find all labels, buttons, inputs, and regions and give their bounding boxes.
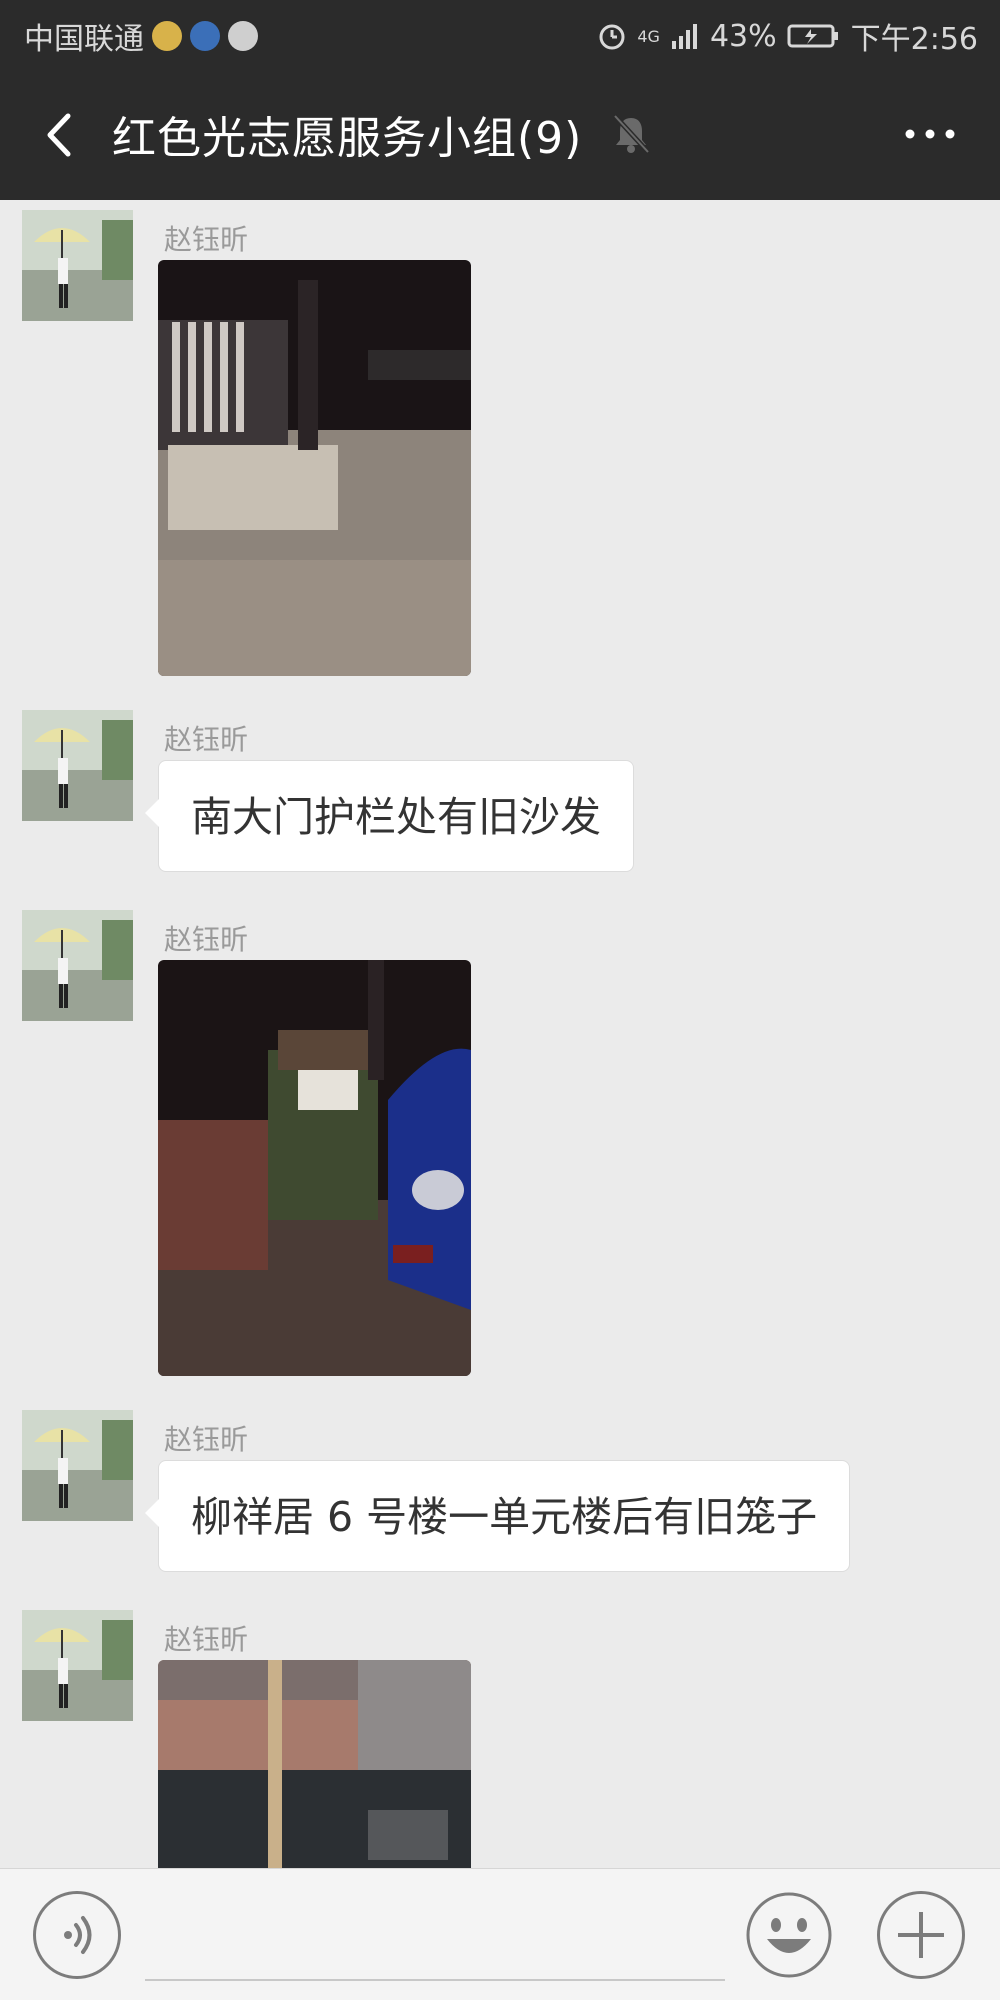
clock-time: 下午2:56 [850,22,978,57]
signal-icon [671,24,697,49]
emoji-button[interactable] [745,1891,833,1979]
message-text-input[interactable] [145,1889,725,1981]
battery-charging-icon [787,24,838,48]
message-photo[interactable] [158,260,471,676]
avatar-umbrella-person-icon [22,1610,133,1721]
sender-name: 赵钰昕 [164,223,249,256]
wechat-notification-icon [228,21,258,51]
message-text-bubble[interactable]: 南大门护栏处有旧沙发 [145,760,634,872]
night-railing-photo [158,260,471,676]
network-type-label: 4G [637,26,660,46]
carrier-label: 中国联通 [24,22,144,57]
more-functions-button[interactable] [877,1891,965,1979]
sender-avatar[interactable] [22,710,133,821]
sender-avatar[interactable] [22,1410,133,1521]
night-sofa-car-photo [158,960,471,1376]
sender-name: 赵钰昕 [164,1623,249,1656]
message-text-bubble[interactable]: 柳祥居 6 号楼一单元楼后有旧笼子 [144,1460,851,1572]
chat-header: 红色光志愿服务小组(9) [0,70,1000,200]
sender-name: 赵钰昕 [164,1423,249,1456]
alarm-icon [599,24,625,50]
building-wall-photo [158,1660,471,1868]
message-photo[interactable] [158,1660,471,1868]
avatar-umbrella-person-icon [22,910,133,1021]
smiley-face-icon [746,1892,832,1978]
back-arrow-icon[interactable] [34,108,88,162]
chat-title: 红色光志愿服务小组(9) [112,113,583,164]
battery-percent: 43% [709,18,777,54]
sender-avatar[interactable] [22,1610,133,1721]
chat-message-list[interactable]: 赵钰昕 赵钰昕 南大门护栏处有旧沙发 赵钰昕 赵钰昕 柳祥居 6 号楼一单元楼后… [0,200,1000,1868]
avatar-umbrella-person-icon [22,210,133,321]
plus-icon [898,1912,944,1958]
voice-input-button[interactable] [33,1891,121,1979]
avatar-umbrella-person-icon [22,710,133,821]
sender-avatar[interactable] [22,210,133,321]
sender-avatar[interactable] [22,910,133,1021]
mail-notification-icon [152,21,182,51]
voice-wave-icon [64,1916,92,1954]
sender-name: 赵钰昕 [164,923,249,956]
status-bar: 中国联通 4G 43% 下午2:56 [0,0,1000,70]
status-right: 4G 43% 下午2:56 [597,14,978,58]
status-left: 中国联通 [24,14,258,58]
muted-bell-icon [613,114,650,154]
qq-notification-icon [190,21,220,51]
sender-name: 赵钰昕 [164,723,249,756]
more-options-icon[interactable] [900,114,960,154]
avatar-umbrella-person-icon [22,1410,133,1521]
message-input-bar [0,1868,1000,2000]
message-photo[interactable] [158,960,471,1376]
